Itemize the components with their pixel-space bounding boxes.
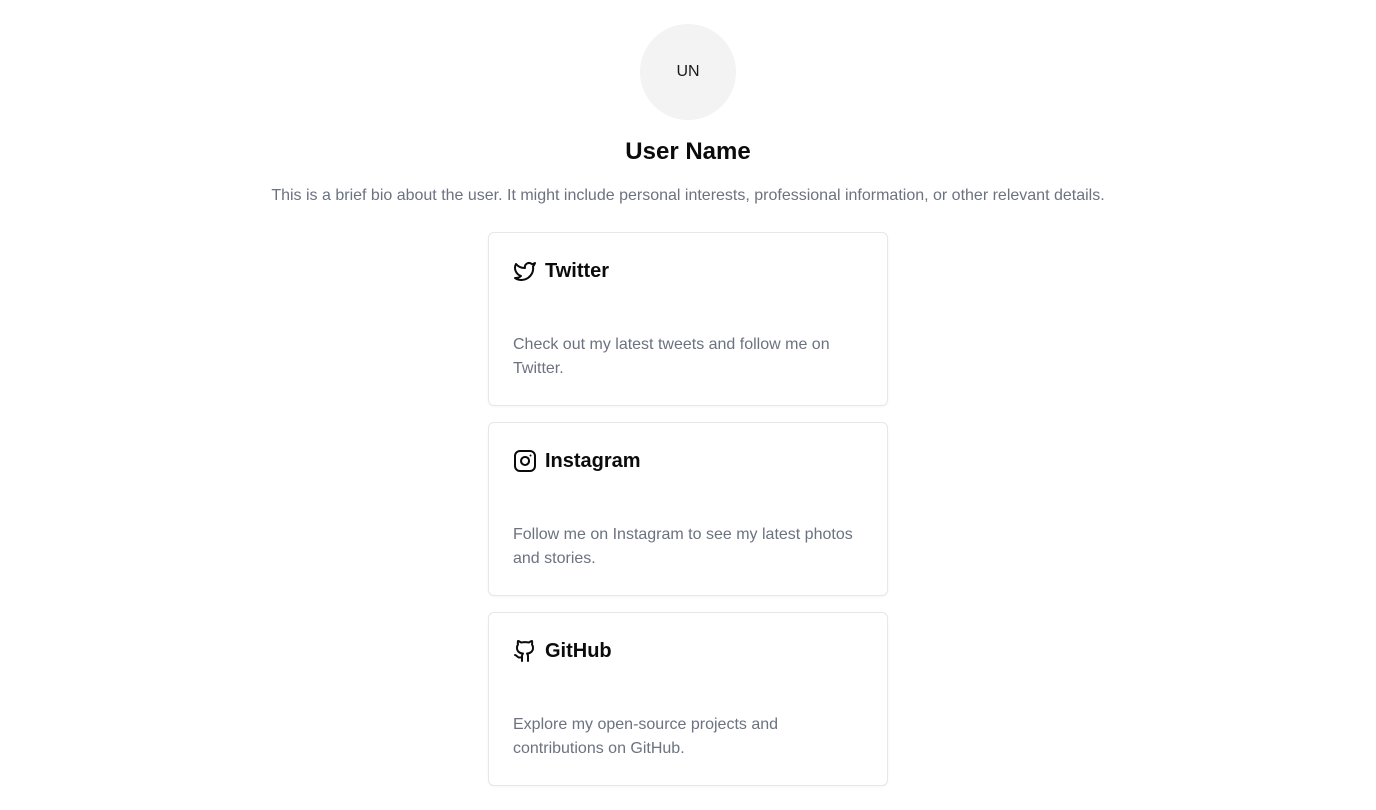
github-card[interactable]: GitHub Explore my open-source projects a… — [488, 612, 888, 786]
instagram-card-title: Instagram — [545, 450, 641, 472]
avatar: UN — [640, 24, 736, 120]
github-card-description: Explore my open-source projects and cont… — [513, 716, 779, 757]
card-header: Instagram — [513, 449, 641, 473]
card-header: Twitter — [513, 259, 609, 283]
twitter-icon — [513, 259, 537, 283]
instagram-icon — [513, 449, 537, 473]
github-card-title: GitHub — [545, 640, 612, 662]
twitter-card[interactable]: Twitter Check out my latest tweets and f… — [488, 232, 888, 406]
card-header: GitHub — [513, 639, 612, 663]
user-bio: This is a brief bio about the user. It m… — [271, 187, 1105, 204]
twitter-card-description: Check out my latest tweets and follow me… — [513, 336, 830, 377]
instagram-card[interactable]: Instagram Follow me on Instagram to see … — [488, 422, 888, 596]
instagram-card-description: Follow me on Instagram to see my latest … — [513, 526, 853, 567]
twitter-card-title: Twitter — [545, 260, 610, 282]
social-links-list: Twitter Check out my latest tweets and f… — [488, 232, 888, 802]
user-name: User Name — [625, 138, 751, 165]
avatar-initials: UN — [676, 63, 700, 80]
github-icon — [513, 639, 537, 663]
